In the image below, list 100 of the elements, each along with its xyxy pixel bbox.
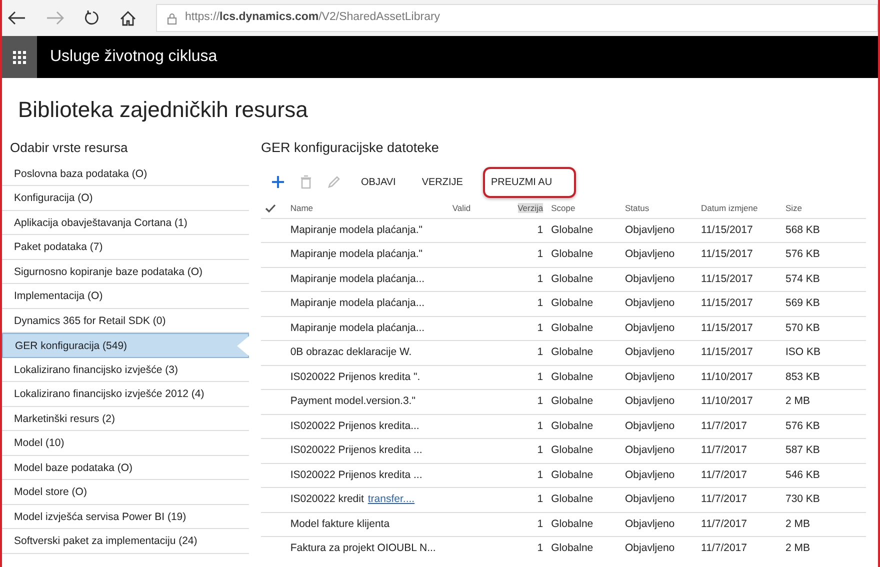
table-cell: 587 KB [781, 438, 866, 464]
table-cell: Objavljeno [621, 242, 698, 268]
name-link[interactable]: transfer.... [368, 493, 415, 506]
table-cell: Globalne [547, 365, 622, 390]
table-cell: Objavljeno [621, 218, 698, 243]
table-cell: 1 [512, 463, 548, 488]
table-cell: Model fakture klijenta [290, 518, 390, 530]
table-cell: 1 [512, 218, 548, 243]
add-icon[interactable] [271, 175, 285, 190]
sidebar-item[interactable]: Model izvješća servisa Power BI (19) [2, 504, 249, 529]
table-cell: 568 KB [781, 218, 866, 243]
table-cell: Globalne [547, 414, 622, 439]
table-cell: Mapiranje modela plaćanja... [290, 297, 425, 310]
address-bar[interactable]: https://lcs.dynamics.com/V2/SharedAssetLibrary [156, 4, 878, 32]
table-cell: Mapiranje modela plaćanja." [290, 248, 422, 260]
table-cell: 11/7/2017 [697, 512, 782, 537]
table-cell: 576 KB [781, 414, 866, 439]
table-cell: Globalne [547, 512, 622, 537]
table-cell: IS020022 Prijenos kredita... [290, 420, 420, 432]
table-cell: IS020022 Prijenos kredita ". [290, 370, 420, 383]
table-cell: 574 KB [781, 267, 866, 292]
table-cell: Globalne [547, 316, 622, 341]
sidebar-item[interactable]: Sigurnosno kopiranje baze podataka (O) [2, 260, 249, 284]
sidebar-item[interactable]: Lokalizirano financijsko izvješće (3) [2, 358, 249, 382]
table-cell: Globalne [547, 340, 622, 366]
app-launcher-icon[interactable] [2, 36, 37, 78]
table-cell: 1 [512, 316, 548, 341]
table-cell: 2 MB [781, 390, 866, 414]
toolbar-button[interactable]: VERZIJE [416, 170, 469, 194]
table-cell: 1 [512, 267, 548, 292]
table-cell: Globalne [547, 218, 622, 243]
column-header[interactable]: Scope [551, 202, 576, 213]
table-cell: 11/10/2017 [697, 365, 782, 390]
table-cell: 1 [512, 340, 548, 366]
sidebar-item[interactable]: Lokalizirano financijsko izvješće 2012 (4) [2, 382, 249, 406]
sidebar-item[interactable]: GER konfiguracija (549) [2, 333, 249, 358]
table-cell: IS020022 Prijenos kredita ... [290, 444, 422, 456]
page-title: Biblioteka zajedničkih resursa [18, 96, 309, 124]
table-cell: 11/7/2017 [697, 536, 782, 562]
sidebar-item[interactable]: Softverski paket za implementaciju (24) [2, 529, 249, 554]
table-cell: 853 KB [781, 365, 866, 390]
table-cell: 11/15/2017 [697, 218, 782, 243]
table-cell: Globalne [547, 390, 622, 414]
sidebar-item[interactable]: Implementacija (O) [2, 284, 249, 308]
sidebar-item[interactable]: Konfiguracija (O) [2, 186, 249, 210]
table-cell: Objavljeno [621, 292, 698, 316]
sidebar-item[interactable]: Marketinški resurs (2) [2, 406, 249, 431]
table-cell: 730 KB [781, 488, 866, 512]
table-cell: 1 [512, 536, 548, 562]
table-cell: IS020022 Prijenos kredita ... [290, 468, 422, 481]
column-header[interactable]: Verzija [518, 202, 544, 213]
home-icon[interactable] [120, 10, 136, 26]
column-header[interactable]: Status [625, 202, 650, 213]
table-cell: 1 [512, 438, 548, 464]
table-cell: 1 [512, 292, 548, 316]
refresh-icon[interactable] [84, 10, 100, 26]
table-cell: Globalne [547, 438, 622, 464]
sidebar-item[interactable]: Model store (O) [2, 480, 249, 504]
section-heading: GER konfiguracijske datoteke [261, 139, 440, 157]
sidebar-item[interactable]: Model (10) [2, 431, 249, 456]
table-cell: 11/7/2017 [697, 488, 782, 512]
table-cell: Objavljeno [621, 316, 698, 341]
column-header[interactable]: Datum izmjene [701, 202, 758, 213]
table-cell: Objavljeno [621, 340, 698, 366]
url-text: https://lcs.dynamics.com/V2/SharedAssetLibrary [185, 10, 440, 26]
table-cell: 11/15/2017 [697, 267, 782, 292]
table-cell: 1 [512, 414, 548, 439]
table-cell: 1 [512, 390, 548, 414]
table-cell: 569 KB [781, 292, 866, 316]
column-header[interactable]: Valid [452, 202, 471, 213]
table-cell: 576 KB [781, 242, 866, 268]
table-cell: 1 [512, 488, 548, 512]
table-cell: 11/15/2017 [697, 292, 782, 316]
table-cell: 11/15/2017 [697, 316, 782, 341]
table-cell: 11/10/2017 [697, 390, 782, 414]
table-cell: 546 KB [781, 463, 866, 488]
app-title: Usluge životnog ciklusa [50, 47, 218, 67]
sidebar-item[interactable]: Poslovna baza podataka (O) [2, 162, 249, 186]
table-cell: Mapiranje modela plaćanja." [290, 224, 422, 236]
table-cell: Mapiranje modela plaćanja... [290, 322, 425, 334]
table-cell: Objavljeno [621, 488, 698, 512]
table-cell: 0B obrazac deklaracije W. [290, 346, 412, 358]
sidebar-item[interactable]: Paket podataka (7) [2, 235, 249, 260]
toolbar-button[interactable]: PREUZMI AU [482, 166, 576, 198]
sidebar-item[interactable]: Aplikacija obavještavanja Cortana (1) [2, 210, 249, 235]
column-header[interactable]: Size [785, 202, 802, 213]
table-cell: 570 KB [781, 316, 866, 341]
column-header[interactable]: Name [290, 202, 314, 213]
back-icon[interactable] [8, 11, 26, 25]
sidebar-item[interactable]: Model baze podataka (O) [2, 456, 249, 480]
table-cell: 11/7/2017 [697, 414, 782, 439]
table-cell: Globalne [547, 536, 622, 562]
table-cell: Payment model.version.3." [290, 395, 416, 408]
table-cell: Objavljeno [621, 414, 698, 439]
table-cell: Globalne [547, 488, 622, 512]
table-cell: ISO KB [781, 340, 866, 366]
table-cell: 11/15/2017 [697, 340, 782, 366]
table-cell: 1 [512, 512, 548, 537]
toolbar-button[interactable]: OBJAVI [355, 170, 402, 194]
table-cell: Objavljeno [621, 267, 698, 292]
